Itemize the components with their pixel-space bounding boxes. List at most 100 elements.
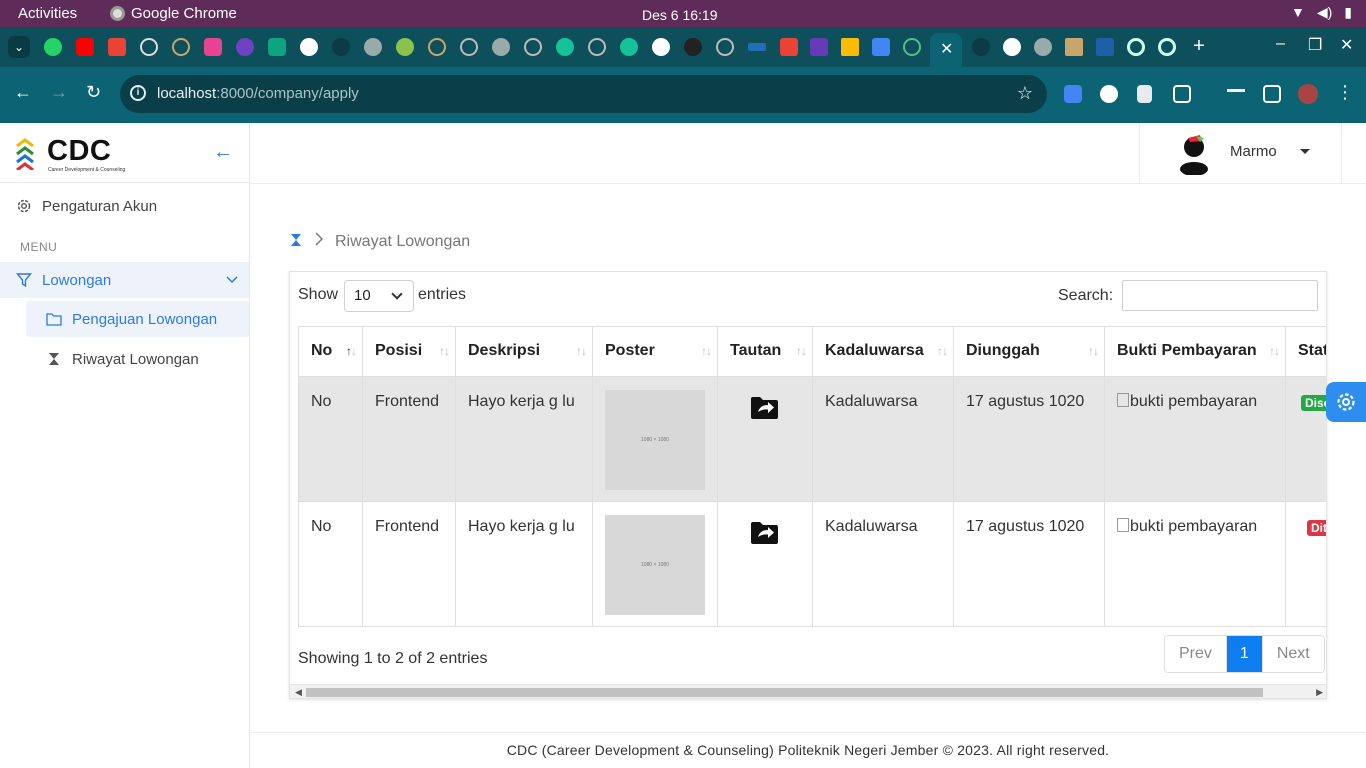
sidebar-item-settings[interactable]: Pengaturan Akun [0,187,249,225]
chrome-tab-icon[interactable] [1127,38,1145,56]
tab-icon[interactable] [204,38,222,56]
chrome-tab-icon[interactable] [1158,38,1176,56]
cell-tautan [717,501,813,627]
translate-tab-icon[interactable] [872,38,890,56]
translate-extension-icon[interactable] [1064,85,1082,103]
maximize-icon[interactable]: ❐ [1308,35,1322,55]
polije-tab-icon[interactable] [172,38,190,56]
sidebar-item-label: Pengajuan Lowongan [72,310,218,328]
page-size-select[interactable]: 10 [344,280,414,312]
extension-icon[interactable] [1100,85,1118,103]
folder-open-link-icon[interactable] [750,520,780,546]
sidebar-item-lowongan[interactable]: Lowongan [0,262,249,298]
activities-button[interactable]: Activities [18,5,77,22]
theme-settings-button[interactable] [1326,382,1366,422]
profile-avatar[interactable] [1298,84,1318,104]
page-1-button[interactable]: 1 [1226,636,1263,672]
tab-icon[interactable] [972,38,990,56]
github-tab-icon[interactable] [1003,38,1021,56]
search-input[interactable] [1122,280,1318,311]
close-window-icon[interactable]: ✕ [1340,35,1353,55]
chatgpt-tab-icon[interactable] [268,38,286,56]
column-header-posisi[interactable]: Posisi ↑↓ [362,326,456,377]
system-tray[interactable]: ▼ ◀) ▮ [1291,4,1352,21]
tab-icon[interactable] [236,38,254,56]
new-tab-button[interactable]: + [1187,34,1211,58]
tab-icon[interactable] [524,38,542,56]
poster-image[interactable]: 1080 × 1080 [605,390,705,490]
whatsapp-tab-icon[interactable] [44,38,62,56]
address-bar[interactable]: i localhost:8000/company/apply ☆ [120,75,1047,113]
grammarly-tab-icon[interactable] [620,38,638,56]
scroll-right-arrow-icon[interactable]: ▶ [1316,687,1323,698]
entries-label: entries [418,286,467,303]
column-header-diunggah[interactable]: Diunggah ↑↓ [953,326,1105,377]
folder-open-link-icon[interactable] [750,395,780,421]
globe-tab-icon[interactable] [1034,38,1052,56]
extensions-puzzle-icon[interactable] [1173,85,1191,103]
loading-tab-icon[interactable] [140,38,158,56]
globe-tab-icon[interactable] [364,38,382,56]
tab-icon[interactable] [396,38,414,56]
tab-icon[interactable] [588,38,606,56]
forms-tab-icon[interactable] [810,38,828,56]
grammarly-tab-icon[interactable] [556,38,574,56]
close-tab-icon[interactable]: ✕ [940,39,953,59]
poster-image[interactable]: 1080 × 1080 [605,515,705,615]
cdc-logo[interactable]: CDC Career Development & Counseling [14,133,125,173]
back-icon[interactable]: ← [14,82,32,103]
user-menu[interactable]: Marmo [1139,123,1342,183]
prev-page-button[interactable]: Prev [1165,636,1227,672]
bukti-image-alt[interactable]: bukti pembayaran [1130,518,1257,535]
app-menu[interactable]: Google Chrome [110,5,237,22]
gmail-tab-icon[interactable] [108,38,126,56]
column-header-kadaluwarsa[interactable]: Kadaluwarsa ↑↓ [812,326,954,377]
google-tab-icon[interactable] [300,38,318,56]
scrollbar-thumb[interactable] [306,688,1263,697]
gmail-tab-icon[interactable] [780,38,798,56]
site-info-icon[interactable]: i [130,85,146,101]
minimize-icon[interactable]: – [1276,35,1285,53]
forward-icon[interactable]: → [50,82,68,103]
cell-posisi: Frontend [362,376,456,502]
tab-icon[interactable] [903,38,921,56]
collapse-sidebar-arrow-icon[interactable]: ← [213,141,233,164]
column-header-poster[interactable]: Poster ↑↓ [592,326,718,377]
tab-search-button[interactable]: ⌄ [8,36,30,58]
column-header-no[interactable]: No ↑↓ [298,326,363,377]
youtube-tab-icon[interactable] [76,38,94,56]
clock[interactable]: Des 6 16:19 [642,7,718,23]
url-text[interactable]: localhost:8000/company/apply [157,85,359,102]
reading-list-icon[interactable] [1227,89,1245,99]
drive-tab-icon[interactable] [841,38,859,56]
hourglass-icon[interactable] [290,233,302,251]
tab-icon[interactable] [684,38,702,56]
bookmark-star-icon[interactable]: ☆ [1017,83,1033,104]
sidebar-item-riwayat-lowongan[interactable]: Riwayat Lowongan [0,341,249,377]
tab-icon[interactable] [332,38,350,56]
side-panel-icon[interactable] [1263,85,1281,103]
column-header-deskripsi[interactable]: Deskripsi ↑↓ [455,326,593,377]
tab-icon[interactable] [1096,38,1114,56]
active-tab[interactable]: ✕ [930,33,962,67]
reload-icon[interactable]: ↻ [86,82,101,103]
chrome-menu-icon[interactable]: ⋮ [1336,82,1354,103]
document-extension-icon[interactable] [1137,85,1152,103]
hourglass-icon [46,351,62,367]
bukti-image-alt[interactable]: bukti pembayaran [1130,393,1257,410]
scroll-left-arrow-icon[interactable]: ◀ [295,687,302,698]
tab-icon[interactable] [1065,38,1083,56]
tab-icon[interactable] [716,38,734,56]
column-header-bukti-pembayaran[interactable]: Bukti Pembayaran ↑↓ [1104,326,1286,377]
google-tab-icon[interactable] [652,38,670,56]
column-header-tautan[interactable]: Tautan ↑↓ [717,326,813,377]
globe-tab-icon[interactable] [492,38,510,56]
cell-no: No [298,501,363,627]
tab-icon[interactable] [460,38,478,56]
next-page-button[interactable]: Next [1262,636,1324,672]
sidebar-item-pengajuan-lowongan[interactable]: Pengajuan Lowongan [26,301,249,337]
polije-tab-icon[interactable] [428,38,446,56]
horizontal-scrollbar[interactable]: ◀ ▶ [290,684,1326,698]
tab-icon[interactable] [748,43,766,51]
column-header-status[interactable]: Status [1285,326,1326,377]
